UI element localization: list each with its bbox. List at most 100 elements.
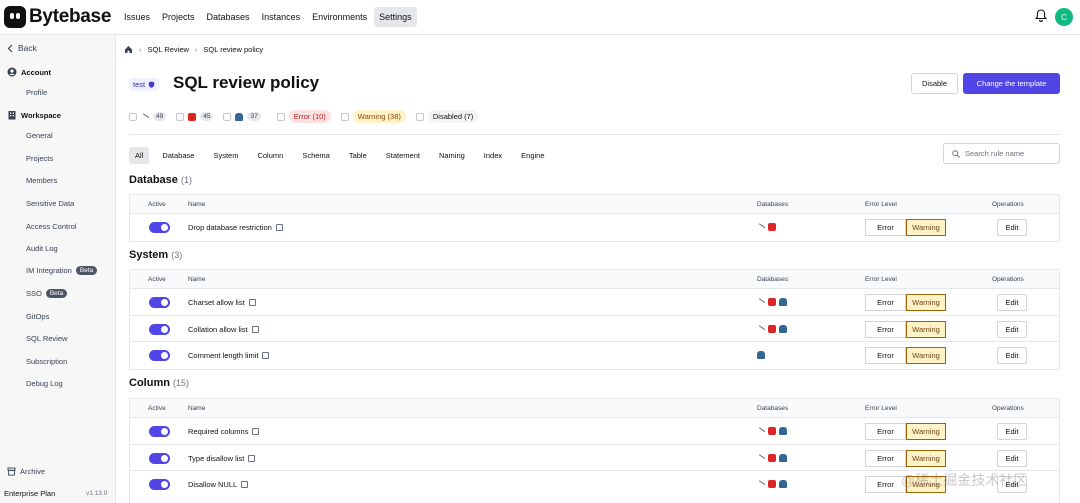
external-link-icon[interactable] [241, 481, 249, 488]
rule-name[interactable]: Comment length limit [188, 351, 270, 360]
sidebar-item-sensitive-data[interactable]: Sensitive Data [26, 199, 74, 208]
archive-link[interactable]: Archive [7, 467, 45, 476]
tab-database[interactable]: Database [156, 147, 200, 164]
checkbox[interactable] [129, 112, 137, 121]
filter-disabled[interactable]: Disabled (7) [415, 110, 479, 123]
tab-engine[interactable]: Engine [515, 147, 550, 164]
bell-icon[interactable] [1035, 9, 1047, 22]
active-toggle[interactable] [149, 222, 170, 233]
warning-option[interactable]: Warning [906, 219, 946, 236]
disable-button[interactable]: Disable [911, 73, 958, 94]
sidebar-item-debug-log[interactable]: Debug Log [26, 379, 63, 388]
tab-schema[interactable]: Schema [296, 147, 336, 164]
sidebar-item-access-control[interactable]: Access Control [26, 222, 76, 231]
error-option[interactable]: Error [865, 219, 906, 236]
checkbox[interactable] [176, 112, 185, 121]
database-icons [757, 480, 787, 488]
active-toggle[interactable] [149, 297, 170, 308]
chevron-left-icon [7, 44, 13, 52]
environment-tag-label: test [133, 80, 146, 89]
sidebar-item-general[interactable]: General [26, 131, 53, 140]
rule-name[interactable]: Disallow NULL [188, 480, 249, 489]
sidebar-item-im-integration[interactable]: IM Integration Beta [26, 266, 98, 275]
back-link[interactable]: Back [7, 43, 37, 53]
sidebar-item-members[interactable]: Members [26, 176, 57, 185]
edit-button[interactable]: Edit [997, 219, 1027, 236]
error-option[interactable]: Error [865, 347, 906, 364]
active-toggle[interactable] [149, 426, 170, 437]
sidebar-item-sso[interactable]: SSO Beta [26, 289, 68, 298]
error-option[interactable]: Error [865, 423, 906, 440]
error-option[interactable]: Error [865, 320, 906, 338]
checkbox[interactable] [340, 112, 349, 121]
warning-option[interactable]: Warning [906, 423, 946, 440]
sidebar-item-sql-review[interactable]: SQL Review [26, 334, 67, 343]
nav-environments[interactable]: Environments [307, 7, 372, 27]
warning-option[interactable]: Warning [906, 294, 946, 311]
rule-name[interactable]: Collation allow list [188, 325, 259, 334]
avatar[interactable]: C [1055, 8, 1073, 26]
nav-issues[interactable]: Issues [119, 7, 155, 27]
warning-option[interactable]: Warning [906, 347, 946, 364]
rule-name[interactable]: Charset allow list [188, 298, 256, 307]
filter-postgres[interactable]: 37 [223, 112, 261, 121]
error-option[interactable]: Error [865, 449, 906, 467]
edit-button[interactable]: Edit [997, 320, 1027, 338]
external-link-icon[interactable] [248, 454, 256, 462]
search-input[interactable]: Search rule name [943, 143, 1060, 164]
breadcrumb-sql-review[interactable]: SQL Review [148, 45, 189, 54]
error-option[interactable]: Error [865, 476, 906, 493]
checkbox[interactable] [276, 112, 285, 121]
edit-button[interactable]: Edit [997, 294, 1027, 311]
tab-all[interactable]: All [129, 147, 150, 164]
rule-name[interactable]: Required columns [188, 427, 260, 436]
sidebar-item-audit-log[interactable]: Audit Log [26, 244, 58, 253]
tidb-icon [768, 480, 776, 488]
active-toggle[interactable] [149, 452, 170, 464]
nav-databases[interactable]: Databases [202, 7, 255, 27]
external-link-icon[interactable] [275, 224, 283, 231]
warning-option[interactable]: Warning [906, 449, 946, 467]
tab-system[interactable]: System [207, 147, 244, 164]
edit-button[interactable]: Edit [997, 449, 1027, 467]
checkbox[interactable] [415, 112, 424, 121]
external-link-icon[interactable] [251, 325, 259, 333]
tab-index[interactable]: Index [478, 147, 508, 164]
filter-tidb[interactable]: 45 [176, 112, 214, 121]
active-toggle[interactable] [149, 479, 170, 490]
sidebar-item-profile[interactable]: Profile [26, 88, 47, 97]
filter-mysql[interactable]: 49 [129, 112, 167, 121]
breadcrumb-separator: › [139, 45, 142, 54]
rule-name[interactable]: Type disallow list [188, 454, 256, 463]
nav-instances[interactable]: Instances [257, 7, 306, 27]
sidebar-item-subscription[interactable]: Subscription [26, 357, 67, 366]
active-toggle[interactable] [149, 350, 170, 361]
tab-column[interactable]: Column [251, 147, 289, 164]
tab-naming[interactable]: Naming [433, 147, 471, 164]
tab-statement[interactable]: Statement [380, 147, 426, 164]
external-link-icon[interactable] [262, 352, 270, 359]
bytebase-logo[interactable]: Bytebase [4, 6, 111, 28]
filter-warning[interactable]: Warning (38) [340, 110, 406, 123]
breadcrumb: › SQL Review › SQL review policy [124, 45, 263, 54]
active-toggle[interactable] [149, 323, 170, 335]
mysql-icon [757, 480, 765, 488]
edit-button[interactable]: Edit [997, 423, 1027, 440]
tab-table[interactable]: Table [343, 147, 373, 164]
sidebar-item-projects[interactable]: Projects [26, 154, 53, 163]
checkbox[interactable] [223, 112, 232, 121]
nav-projects[interactable]: Projects [157, 7, 200, 27]
home-icon[interactable] [124, 45, 133, 54]
rule-name[interactable]: Drop database restriction [188, 223, 283, 232]
plan-label[interactable]: Enterprise Plan [4, 489, 55, 498]
warning-option[interactable]: Warning [906, 320, 946, 338]
external-link-icon[interactable] [252, 428, 260, 435]
external-link-icon[interactable] [248, 299, 256, 306]
edit-button[interactable]: Edit [997, 347, 1027, 364]
change-template-button[interactable]: Change the template [963, 73, 1060, 94]
sidebar-item-gitops[interactable]: GitOps [26, 312, 49, 321]
postgres-icon [779, 298, 787, 306]
nav-settings[interactable]: Settings [374, 7, 417, 27]
error-option[interactable]: Error [865, 294, 906, 311]
filter-error[interactable]: Error (10) [276, 110, 331, 123]
